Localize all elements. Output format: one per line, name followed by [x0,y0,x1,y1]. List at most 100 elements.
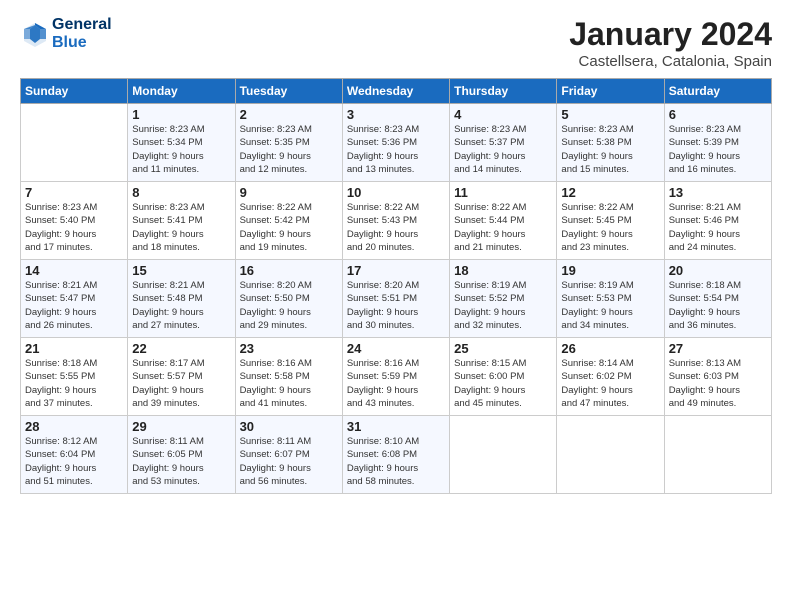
logo-icon [20,19,50,49]
calendar-week-row: 14Sunrise: 8:21 AM Sunset: 5:47 PM Dayli… [21,260,772,338]
calendar-day-cell: 27Sunrise: 8:13 AM Sunset: 6:03 PM Dayli… [664,338,771,416]
calendar-day-cell: 10Sunrise: 8:22 AM Sunset: 5:43 PM Dayli… [342,182,449,260]
calendar-week-row: 28Sunrise: 8:12 AM Sunset: 6:04 PM Dayli… [21,416,772,494]
day-number: 31 [347,419,445,434]
day-info: Sunrise: 8:17 AM Sunset: 5:57 PM Dayligh… [132,357,230,410]
day-number: 29 [132,419,230,434]
day-info: Sunrise: 8:19 AM Sunset: 5:52 PM Dayligh… [454,279,552,332]
day-info: Sunrise: 8:23 AM Sunset: 5:41 PM Dayligh… [132,201,230,254]
calendar-day-cell: 20Sunrise: 8:18 AM Sunset: 5:54 PM Dayli… [664,260,771,338]
calendar-day-cell [21,104,128,182]
day-number: 9 [240,185,338,200]
day-info: Sunrise: 8:23 AM Sunset: 5:36 PM Dayligh… [347,123,445,176]
day-number: 8 [132,185,230,200]
calendar-week-row: 7Sunrise: 8:23 AM Sunset: 5:40 PM Daylig… [21,182,772,260]
day-number: 3 [347,107,445,122]
day-number: 26 [561,341,659,356]
day-info: Sunrise: 8:21 AM Sunset: 5:46 PM Dayligh… [669,201,767,254]
calendar-day-cell: 7Sunrise: 8:23 AM Sunset: 5:40 PM Daylig… [21,182,128,260]
calendar-day-cell: 5Sunrise: 8:23 AM Sunset: 5:38 PM Daylig… [557,104,664,182]
calendar-day-cell: 3Sunrise: 8:23 AM Sunset: 5:36 PM Daylig… [342,104,449,182]
calendar-day-cell [664,416,771,494]
day-number: 10 [347,185,445,200]
day-number: 7 [25,185,123,200]
day-number: 28 [25,419,123,434]
day-info: Sunrise: 8:16 AM Sunset: 5:58 PM Dayligh… [240,357,338,410]
calendar-week-row: 21Sunrise: 8:18 AM Sunset: 5:55 PM Dayli… [21,338,772,416]
calendar-day-cell: 13Sunrise: 8:21 AM Sunset: 5:46 PM Dayli… [664,182,771,260]
calendar-day-cell: 16Sunrise: 8:20 AM Sunset: 5:50 PM Dayli… [235,260,342,338]
calendar-table: SundayMondayTuesdayWednesdayThursdayFrid… [20,78,772,494]
day-info: Sunrise: 8:22 AM Sunset: 5:42 PM Dayligh… [240,201,338,254]
day-info: Sunrise: 8:16 AM Sunset: 5:59 PM Dayligh… [347,357,445,410]
calendar-day-cell: 2Sunrise: 8:23 AM Sunset: 5:35 PM Daylig… [235,104,342,182]
day-info: Sunrise: 8:14 AM Sunset: 6:02 PM Dayligh… [561,357,659,410]
day-info: Sunrise: 8:23 AM Sunset: 5:40 PM Dayligh… [25,201,123,254]
day-number: 23 [240,341,338,356]
logo-line1: General [52,16,112,34]
day-number: 22 [132,341,230,356]
calendar-day-cell: 1Sunrise: 8:23 AM Sunset: 5:34 PM Daylig… [128,104,235,182]
day-info: Sunrise: 8:22 AM Sunset: 5:44 PM Dayligh… [454,201,552,254]
day-number: 21 [25,341,123,356]
day-number: 12 [561,185,659,200]
calendar-day-cell: 22Sunrise: 8:17 AM Sunset: 5:57 PM Dayli… [128,338,235,416]
day-number: 2 [240,107,338,122]
calendar-day-cell: 28Sunrise: 8:12 AM Sunset: 6:04 PM Dayli… [21,416,128,494]
day-of-week-header: Tuesday [235,79,342,104]
day-number: 24 [347,341,445,356]
day-info: Sunrise: 8:15 AM Sunset: 6:00 PM Dayligh… [454,357,552,410]
day-info: Sunrise: 8:13 AM Sunset: 6:03 PM Dayligh… [669,357,767,410]
day-number: 1 [132,107,230,122]
calendar-day-cell: 15Sunrise: 8:21 AM Sunset: 5:48 PM Dayli… [128,260,235,338]
day-info: Sunrise: 8:21 AM Sunset: 5:47 PM Dayligh… [25,279,123,332]
day-info: Sunrise: 8:21 AM Sunset: 5:48 PM Dayligh… [132,279,230,332]
day-of-week-header: Saturday [664,79,771,104]
day-info: Sunrise: 8:18 AM Sunset: 5:54 PM Dayligh… [669,279,767,332]
calendar-header-row: SundayMondayTuesdayWednesdayThursdayFrid… [21,79,772,104]
calendar-day-cell: 4Sunrise: 8:23 AM Sunset: 5:37 PM Daylig… [450,104,557,182]
logo: General Blue [20,16,112,51]
location-subtitle: Castellsera, Catalonia, Spain [569,53,772,70]
header: General Blue January 2024 Castellsera, C… [20,16,772,70]
day-of-week-header: Friday [557,79,664,104]
day-info: Sunrise: 8:22 AM Sunset: 5:43 PM Dayligh… [347,201,445,254]
calendar-day-cell: 9Sunrise: 8:22 AM Sunset: 5:42 PM Daylig… [235,182,342,260]
calendar-day-cell [450,416,557,494]
day-number: 17 [347,263,445,278]
calendar-day-cell: 26Sunrise: 8:14 AM Sunset: 6:02 PM Dayli… [557,338,664,416]
calendar-day-cell: 14Sunrise: 8:21 AM Sunset: 5:47 PM Dayli… [21,260,128,338]
day-number: 18 [454,263,552,278]
day-number: 13 [669,185,767,200]
calendar-day-cell: 23Sunrise: 8:16 AM Sunset: 5:58 PM Dayli… [235,338,342,416]
calendar-day-cell: 21Sunrise: 8:18 AM Sunset: 5:55 PM Dayli… [21,338,128,416]
day-number: 20 [669,263,767,278]
logo-line2: Blue [52,34,112,52]
day-info: Sunrise: 8:23 AM Sunset: 5:39 PM Dayligh… [669,123,767,176]
calendar-day-cell: 24Sunrise: 8:16 AM Sunset: 5:59 PM Dayli… [342,338,449,416]
day-number: 25 [454,341,552,356]
day-number: 15 [132,263,230,278]
calendar-day-cell: 19Sunrise: 8:19 AM Sunset: 5:53 PM Dayli… [557,260,664,338]
calendar-week-row: 1Sunrise: 8:23 AM Sunset: 5:34 PM Daylig… [21,104,772,182]
day-of-week-header: Wednesday [342,79,449,104]
day-info: Sunrise: 8:12 AM Sunset: 6:04 PM Dayligh… [25,435,123,488]
day-info: Sunrise: 8:11 AM Sunset: 6:07 PM Dayligh… [240,435,338,488]
day-info: Sunrise: 8:22 AM Sunset: 5:45 PM Dayligh… [561,201,659,254]
day-of-week-header: Monday [128,79,235,104]
day-number: 4 [454,107,552,122]
day-info: Sunrise: 8:10 AM Sunset: 6:08 PM Dayligh… [347,435,445,488]
day-info: Sunrise: 8:23 AM Sunset: 5:35 PM Dayligh… [240,123,338,176]
day-number: 6 [669,107,767,122]
calendar-day-cell: 17Sunrise: 8:20 AM Sunset: 5:51 PM Dayli… [342,260,449,338]
day-info: Sunrise: 8:19 AM Sunset: 5:53 PM Dayligh… [561,279,659,332]
day-number: 11 [454,185,552,200]
day-number: 5 [561,107,659,122]
calendar-day-cell [557,416,664,494]
day-info: Sunrise: 8:20 AM Sunset: 5:51 PM Dayligh… [347,279,445,332]
calendar-day-cell: 6Sunrise: 8:23 AM Sunset: 5:39 PM Daylig… [664,104,771,182]
day-of-week-header: Thursday [450,79,557,104]
day-number: 27 [669,341,767,356]
day-info: Sunrise: 8:11 AM Sunset: 6:05 PM Dayligh… [132,435,230,488]
day-info: Sunrise: 8:23 AM Sunset: 5:38 PM Dayligh… [561,123,659,176]
